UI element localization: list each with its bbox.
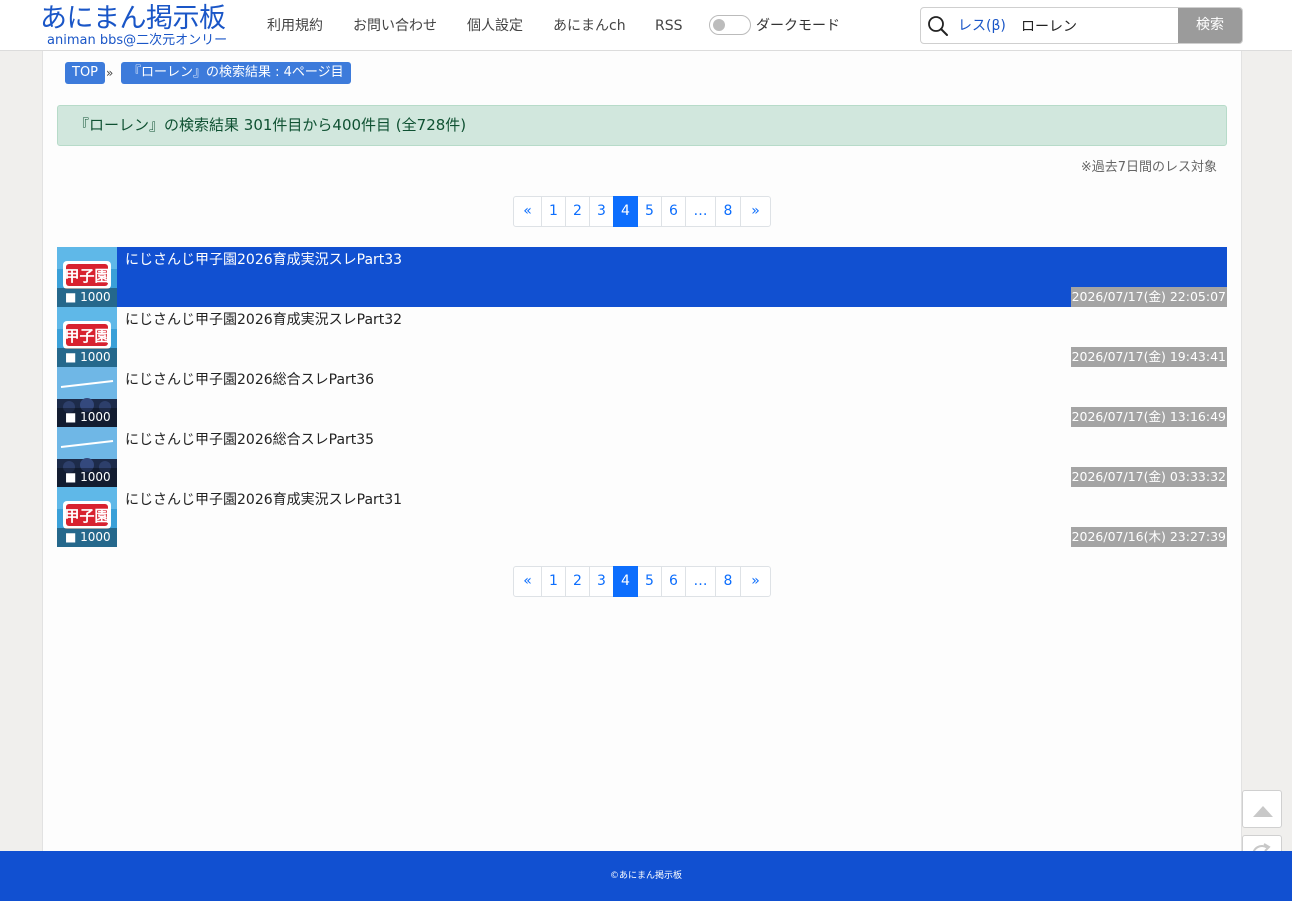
search-button[interactable]: 検索 [1178,8,1242,43]
search-icon [928,16,948,36]
reply-count: ■ 1000 [57,348,117,367]
logo-subtitle: animan bbs@二次元オンリー [47,33,228,48]
thread-thumbnail: 甲子園 ■ 1000 [57,247,117,307]
breadcrumb-current[interactable]: 『ローレン』の検索結果 : 4ページ目 [121,62,351,84]
toggle-knob [713,19,725,31]
copyright: ©あにまん掲示板 [609,871,682,881]
thread-date: 2026/07/16(木) 23:27:39 [1070,527,1227,547]
page-prev[interactable]: « [513,196,542,227]
thread-item[interactable]: 甲子園 ■ 1000 にじさんじ甲子園2026育成実況スレPart33 2026… [57,247,1227,307]
search-range-note: ※過去7日間のレス対象 [1080,160,1217,175]
page-link[interactable]: 1 [541,566,566,597]
site-footer: ©あにまん掲示板 [0,851,1292,901]
page-ellipsis: … [685,566,716,597]
page-next[interactable]: » [740,196,771,227]
thread-date: 2026/07/17(金) 22:05:07 [1070,287,1227,307]
result-summary: 『ローレン』の検索結果 301件目から400件目 (全728件) [57,105,1227,146]
nav-rss[interactable]: RSS [655,16,683,36]
nav-animanch[interactable]: あにまんch [553,16,626,36]
search-scope-select[interactable]: レス(β) [958,16,1006,36]
svg-text:甲子園: 甲子園 [64,327,109,345]
breadcrumb-separator: » [106,66,114,80]
page-link[interactable]: 3 [589,566,614,597]
thread-title[interactable]: にじさんじ甲子園2026育成実況スレPart31 [125,490,402,510]
page-next[interactable]: » [740,566,771,597]
thread-item[interactable]: ■ 1000 にじさんじ甲子園2026総合スレPart36 2026/07/17… [57,367,1227,427]
svg-text:甲子園: 甲子園 [64,267,109,285]
page-ellipsis: … [685,196,716,227]
pagination-bottom: « 1 2 3 4 5 6 … 8 » [513,566,771,597]
thread-thumbnail: 甲子園 ■ 1000 [57,307,117,367]
thread-item[interactable]: 甲子園 ■ 1000 にじさんじ甲子園2026育成実況スレPart32 2026… [57,307,1227,367]
pagination-top: « 1 2 3 4 5 6 … 8 » [513,196,771,227]
reply-count: ■ 1000 [57,288,117,307]
thread-title[interactable]: にじさんじ甲子園2026育成実況スレPart32 [125,310,402,330]
thread-date: 2026/07/17(金) 13:16:49 [1070,407,1227,427]
thread-title[interactable]: にじさんじ甲子園2026育成実況スレPart33 [125,250,402,270]
search-form: レス(β) 検索 [920,7,1243,44]
page-prev[interactable]: « [513,566,542,597]
scroll-top-button[interactable] [1242,790,1282,828]
thread-list: 甲子園 ■ 1000 にじさんじ甲子園2026育成実況スレPart33 2026… [57,247,1227,547]
page-link-current[interactable]: 4 [613,566,638,597]
page-link-current[interactable]: 4 [613,196,638,227]
thread-item[interactable]: ■ 1000 にじさんじ甲子園2026総合スレPart35 2026/07/17… [57,427,1227,487]
search-input[interactable] [1021,13,1176,39]
page-link[interactable]: 8 [715,196,741,227]
site-header: あにまん掲示板 animan bbs@二次元オンリー 利用規約 お問い合わせ 個… [0,0,1292,51]
page-link[interactable]: 5 [637,196,662,227]
triangle-up-icon [1253,806,1273,817]
page-link[interactable]: 2 [565,196,590,227]
logo-title: あにまん掲示板 [40,3,226,34]
nav-contact[interactable]: お問い合わせ [353,16,437,36]
page-link[interactable]: 6 [661,566,686,597]
main-content: TOP » 『ローレン』の検索結果 : 4ページ目 『ローレン』の検索結果 30… [42,51,1242,851]
page-link[interactable]: 5 [637,566,662,597]
thread-title[interactable]: にじさんじ甲子園2026総合スレPart35 [125,430,374,450]
page-link[interactable]: 8 [715,566,741,597]
thread-title[interactable]: にじさんじ甲子園2026総合スレPart36 [125,370,374,390]
reply-count: ■ 1000 [57,468,117,487]
page-link[interactable]: 3 [589,196,614,227]
thread-date: 2026/07/17(金) 19:43:41 [1070,347,1227,367]
nav-settings[interactable]: 個人設定 [467,16,523,36]
nav-terms[interactable]: 利用規約 [267,16,323,36]
page-link[interactable]: 2 [565,566,590,597]
svg-text:甲子園: 甲子園 [64,507,109,525]
dark-mode-toggle[interactable] [709,15,751,35]
page-link[interactable]: 6 [661,196,686,227]
breadcrumb-top[interactable]: TOP [65,62,106,84]
reply-count: ■ 1000 [57,528,117,547]
thread-item[interactable]: 甲子園 ■ 1000 にじさんじ甲子園2026育成実況スレPart31 2026… [57,487,1227,547]
reply-count: ■ 1000 [57,408,117,427]
page-link[interactable]: 1 [541,196,566,227]
thread-thumbnail: ■ 1000 [57,427,117,487]
thread-date: 2026/07/17(金) 03:33:32 [1070,467,1227,487]
thread-thumbnail: 甲子園 ■ 1000 [57,487,117,547]
thread-thumbnail: ■ 1000 [57,367,117,427]
dark-mode-label: ダークモード [756,18,840,34]
site-logo[interactable]: あにまん掲示板 animan bbs@二次元オンリー [40,2,250,50]
